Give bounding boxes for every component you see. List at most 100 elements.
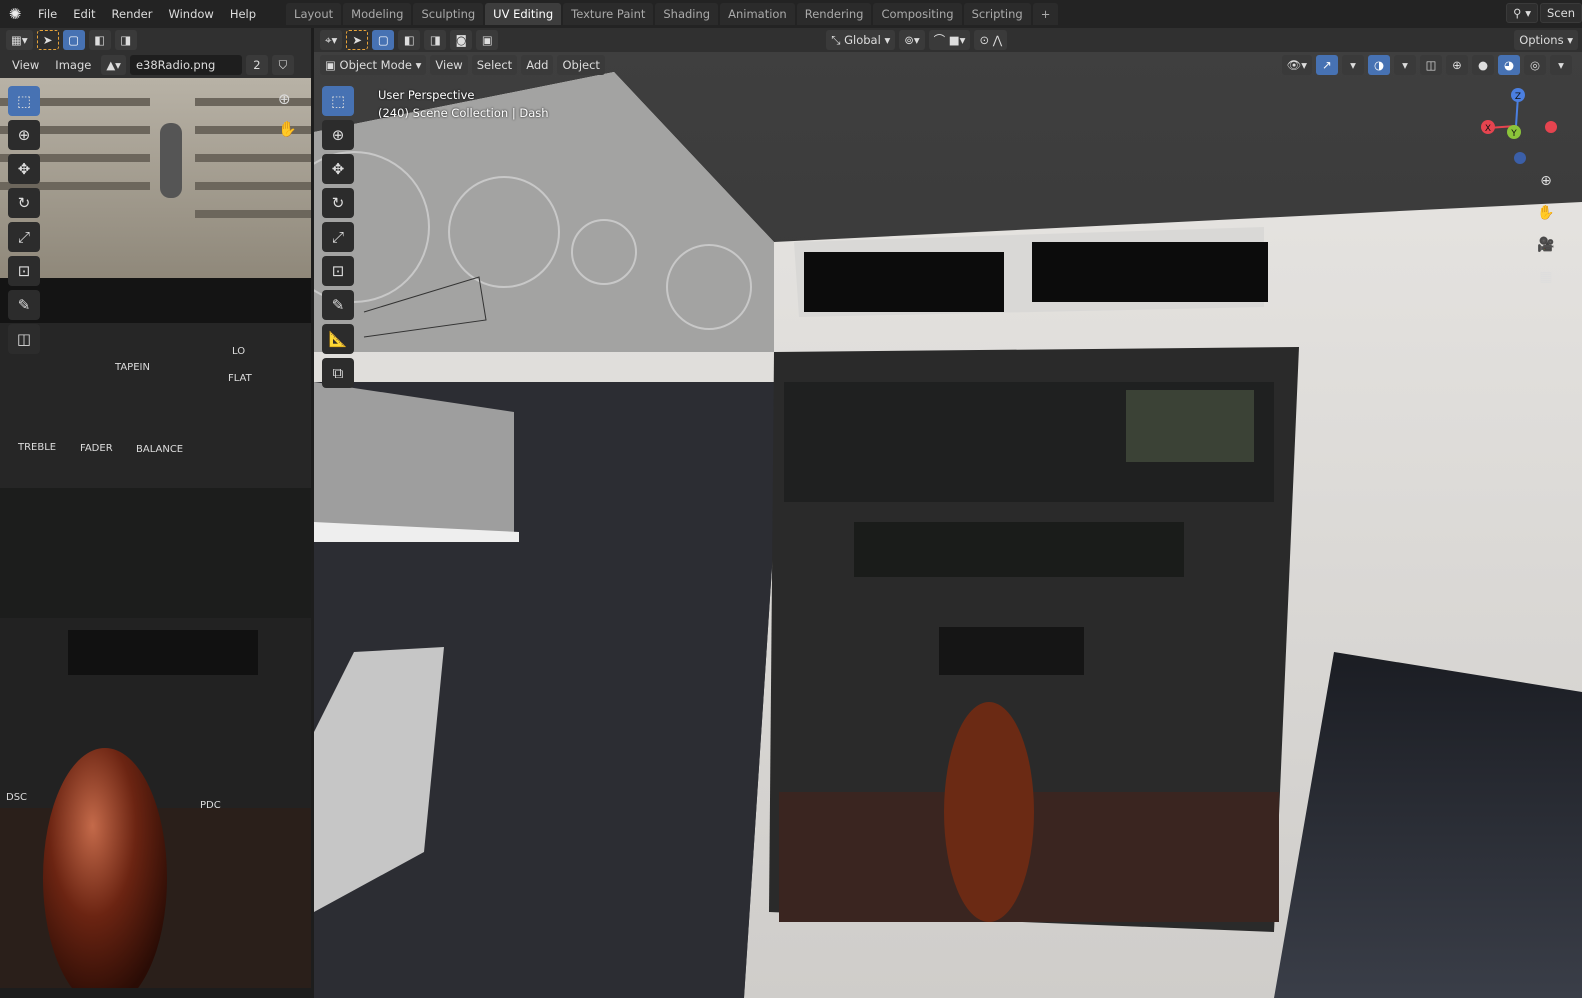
tab-sculpting[interactable]: Sculpting: [413, 3, 484, 25]
menu-window[interactable]: Window: [160, 7, 221, 21]
shading-solid-icon[interactable]: ●: [1472, 55, 1494, 75]
pan-view-icon[interactable]: ✋: [1532, 200, 1560, 226]
xray-icon[interactable]: ◫: [1420, 55, 1442, 75]
move-tool-icon[interactable]: ✥: [8, 154, 40, 184]
transform-tool-icon[interactable]: ⊡: [8, 256, 40, 286]
scene-name[interactable]: Scen: [1540, 3, 1582, 23]
image-name-field[interactable]: e38Radio.png: [129, 55, 242, 75]
tab-uv-editing[interactable]: UV Editing: [485, 3, 562, 25]
pivot-point-icon[interactable]: ⊚▾: [899, 30, 925, 50]
menu-image[interactable]: Image: [49, 58, 97, 72]
menu-file[interactable]: File: [30, 7, 65, 21]
menu-render[interactable]: Render: [104, 7, 161, 21]
snap-icon[interactable]: ⌒ ■▾: [928, 30, 971, 50]
texture-label-treble: TREBLE: [18, 442, 57, 453]
menu-add[interactable]: Add: [521, 55, 554, 75]
shading-rendered-icon[interactable]: ◎: [1524, 55, 1546, 75]
add-cube-tool-icon[interactable]: ⧉: [322, 358, 354, 388]
menu-view[interactable]: View: [430, 55, 468, 75]
tab-compositing[interactable]: Compositing: [873, 3, 962, 25]
editor-type-icon[interactable]: ▦▾: [6, 30, 33, 50]
gizmo-dropdown[interactable]: ▾: [1342, 55, 1364, 75]
select-tool-icon[interactable]: ➤: [346, 30, 369, 50]
annotate-tool-icon[interactable]: ✎: [322, 290, 354, 320]
scale-tool-icon[interactable]: ⤢: [322, 222, 354, 252]
select-mode-new-icon[interactable]: ▢: [372, 30, 395, 50]
image-editor-header: View Image ▲▾ e38Radio.png 2 ⛉: [0, 52, 311, 78]
add-workspace-button[interactable]: +: [1032, 3, 1059, 25]
3d-viewport[interactable]: [314, 52, 1582, 998]
transform-tool-icon[interactable]: ⊡: [322, 256, 354, 286]
move-tool-icon[interactable]: ✥: [322, 154, 354, 184]
select-mode-extend-icon[interactable]: ◧: [88, 30, 111, 50]
menu-object[interactable]: Object: [557, 55, 605, 75]
zoom-view-icon[interactable]: ⊕: [1532, 168, 1560, 194]
measure-tool-icon[interactable]: 📐: [322, 324, 354, 354]
scene-selector[interactable]: ⚲ ▾ Scen: [1506, 3, 1582, 23]
viewport-tool-header: ⌖▾ ➤ ▢ ◧ ◨ ◙ ▣ ⤡ Global ▾ ⊚▾ ⌒ ■▾ ⊙ ⋀ Op…: [314, 28, 1582, 52]
annotate-tool-icon[interactable]: ✎: [8, 290, 40, 320]
gizmo-x-label: X: [1485, 124, 1491, 134]
select-mode-extend-icon[interactable]: ◧: [398, 30, 421, 50]
transform-orientation-dropdown[interactable]: ⤡ Global ▾: [826, 30, 896, 50]
select-mode-subtract-icon[interactable]: ◨: [424, 30, 447, 50]
scene-icon[interactable]: ⚲ ▾: [1506, 3, 1538, 23]
tab-modeling[interactable]: Modeling: [343, 3, 412, 25]
cursor-tool-icon[interactable]: ⊕: [8, 120, 40, 150]
menu-select[interactable]: Select: [471, 55, 518, 75]
select-box-tool-icon[interactable]: ⬚: [322, 86, 354, 116]
menu-edit[interactable]: Edit: [65, 7, 103, 21]
image-browse-icon[interactable]: ▲▾: [101, 55, 126, 75]
menu-help[interactable]: Help: [222, 7, 264, 21]
gizmo-z-label: Z: [1515, 92, 1521, 102]
select-tool-icon[interactable]: ➤: [36, 30, 59, 50]
rotate-tool-icon[interactable]: ↻: [322, 188, 354, 218]
orientation-icon: ⤡: [831, 32, 845, 47]
tab-rendering[interactable]: Rendering: [796, 3, 872, 25]
visibility-icon[interactable]: 👁▾: [1281, 55, 1312, 75]
select-mode-invert-icon[interactable]: ◙: [450, 30, 473, 50]
gizmo-toggle-icon[interactable]: ↗: [1316, 55, 1338, 75]
tab-shading[interactable]: Shading: [655, 3, 719, 25]
ortho-toggle-icon[interactable]: ▦: [1532, 264, 1560, 290]
grab-tool-icon[interactable]: ◫: [8, 324, 40, 354]
pan-view-icon[interactable]: ✋: [278, 120, 297, 138]
texture-label-tapein: TAPEIN: [115, 362, 150, 373]
tab-scripting[interactable]: Scripting: [963, 3, 1031, 25]
camera-view-icon[interactable]: 🎥: [1532, 232, 1560, 258]
viewport-header: ▣ Object Mode ▾ View Select Add Object 👁…: [314, 52, 1582, 78]
shading-dropdown[interactable]: ▾: [1550, 55, 1572, 75]
tab-texture-paint[interactable]: Texture Paint: [563, 3, 654, 25]
image-users-count[interactable]: 2: [245, 55, 268, 75]
select-mode-subtract-icon[interactable]: ◨: [114, 30, 137, 50]
rotate-tool-icon[interactable]: ↻: [8, 188, 40, 218]
overlay-toggle-icon[interactable]: ◑: [1368, 55, 1390, 75]
fake-user-shield-icon[interactable]: ⛉: [271, 55, 294, 75]
cursor-tool-icon[interactable]: ⊕: [322, 120, 354, 150]
scale-tool-icon[interactable]: ⤢: [8, 222, 40, 252]
object-mode-icon: ▣: [325, 58, 340, 72]
image-editor-canvas[interactable]: TAPEIN LO FLAT TREBLE FADER BALANCE DSC …: [0, 78, 311, 988]
select-box-tool-icon[interactable]: ⬚: [8, 86, 40, 116]
texture-label-lo: LO: [232, 346, 246, 357]
shading-wireframe-icon[interactable]: ⊕: [1446, 55, 1468, 75]
texture-label-balance: BALANCE: [136, 444, 184, 455]
tab-layout[interactable]: Layout: [286, 3, 342, 25]
proportional-edit-icon[interactable]: ⊙ ⋀: [974, 30, 1008, 50]
navigation-gizmo[interactable]: Z X Y: [1480, 86, 1560, 166]
options-dropdown[interactable]: Options ▾: [1514, 30, 1578, 50]
gizmo-y-label: Y: [1510, 129, 1517, 139]
overlay-dropdown[interactable]: ▾: [1394, 55, 1416, 75]
select-mode-new-icon[interactable]: ▢: [62, 30, 85, 50]
zoom-view-icon[interactable]: ⊕: [278, 90, 291, 108]
mode-dropdown[interactable]: ▣ Object Mode ▾: [320, 55, 427, 75]
radio-texture-image: [0, 78, 311, 988]
tab-animation[interactable]: Animation: [720, 3, 795, 25]
menu-view[interactable]: View: [6, 58, 45, 72]
blender-logo-icon[interactable]: ✺: [0, 5, 30, 23]
shading-material-icon[interactable]: ◕: [1498, 55, 1520, 75]
texture-label-dsc: DSC: [6, 792, 28, 803]
editor-type-3d-icon[interactable]: ⌖▾: [320, 30, 343, 50]
collection-label: (240) Scene Collection | Dash: [378, 106, 549, 120]
select-mode-intersect-icon[interactable]: ▣: [476, 30, 499, 50]
